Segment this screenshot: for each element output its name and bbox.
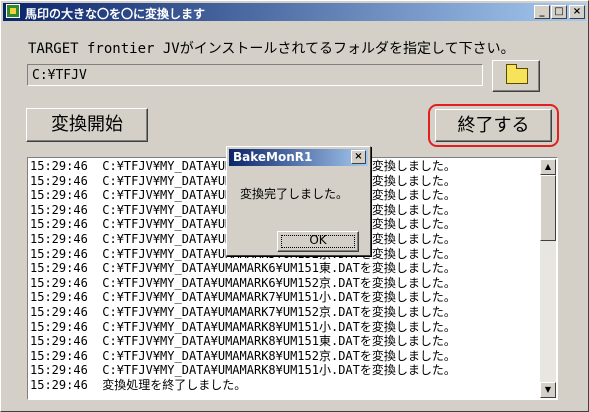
- log-line: 15:29:46 C:¥TFJV¥MY_DATA¥UMAMARK6¥UM151東…: [30, 261, 456, 276]
- window-title: 馬印の大きな〇を〇に変換します: [25, 7, 206, 21]
- log-line: 15:29:46 C:¥TFJV¥MY_DATA¥UMAMARK8¥UM151東…: [30, 334, 456, 349]
- folder-path-field: [27, 64, 483, 86]
- dialog-close-button[interactable]: ×: [351, 150, 366, 164]
- minimize-button[interactable]: _: [534, 5, 550, 19]
- log-scrollbar[interactable]: ▲ ▼: [540, 159, 556, 398]
- scroll-thumb[interactable]: [540, 175, 556, 241]
- app-icon: [6, 4, 20, 18]
- exit-button[interactable]: 終了する: [435, 109, 552, 142]
- log-line: 15:29:46 C:¥TFJV¥MY_DATA¥UMAMARK8¥UM151小…: [30, 319, 456, 334]
- dialog-title: BakeMonR1: [233, 150, 313, 164]
- log-line: 15:29:46 C:¥TFJV¥MY_DATA¥UMAMARK8¥UM151小…: [30, 363, 456, 378]
- log-line: 15:29:46 C:¥TFJV¥MY_DATA¥UMAMARK8¥UM152京…: [30, 348, 456, 363]
- scroll-down-icon[interactable]: ▼: [540, 382, 556, 398]
- title-bar: 馬印の大きな〇を〇に変換します _ □ ×: [3, 3, 586, 21]
- log-line: 15:29:46 C:¥TFJV¥MY_DATA¥UMAMARK7¥UM151小…: [30, 290, 456, 305]
- dialog-title-bar: BakeMonR1 ×: [229, 149, 368, 166]
- close-button[interactable]: ×: [569, 5, 585, 19]
- start-convert-button[interactable]: 変換開始: [26, 108, 148, 142]
- completion-dialog: BakeMonR1 × 変換完了しました。 OK: [226, 146, 371, 256]
- instruction-label: TARGET frontier JVがインストールされてるフォルダを指定して下さ…: [28, 41, 515, 57]
- maximize-button[interactable]: □: [551, 5, 567, 19]
- scroll-up-icon[interactable]: ▲: [540, 159, 556, 175]
- ok-button[interactable]: OK: [277, 231, 359, 252]
- main-window: 馬印の大きな〇を〇に変換します _ □ × TARGET frontier JV…: [0, 0, 589, 412]
- browse-folder-button[interactable]: [492, 60, 540, 92]
- folder-path-input[interactable]: [30, 66, 482, 84]
- folder-icon: [506, 64, 528, 84]
- log-line: 15:29:46 変換処理を終了しました。: [30, 377, 247, 392]
- dialog-message: 変換完了しました。: [240, 187, 349, 201]
- log-line: 15:29:46 C:¥TFJV¥MY_DATA¥UMAMARK6¥UM152京…: [30, 275, 456, 290]
- log-line: 15:29:46 C:¥TFJV¥MY_DATA¥UMAMARK7¥UM152京…: [30, 304, 456, 319]
